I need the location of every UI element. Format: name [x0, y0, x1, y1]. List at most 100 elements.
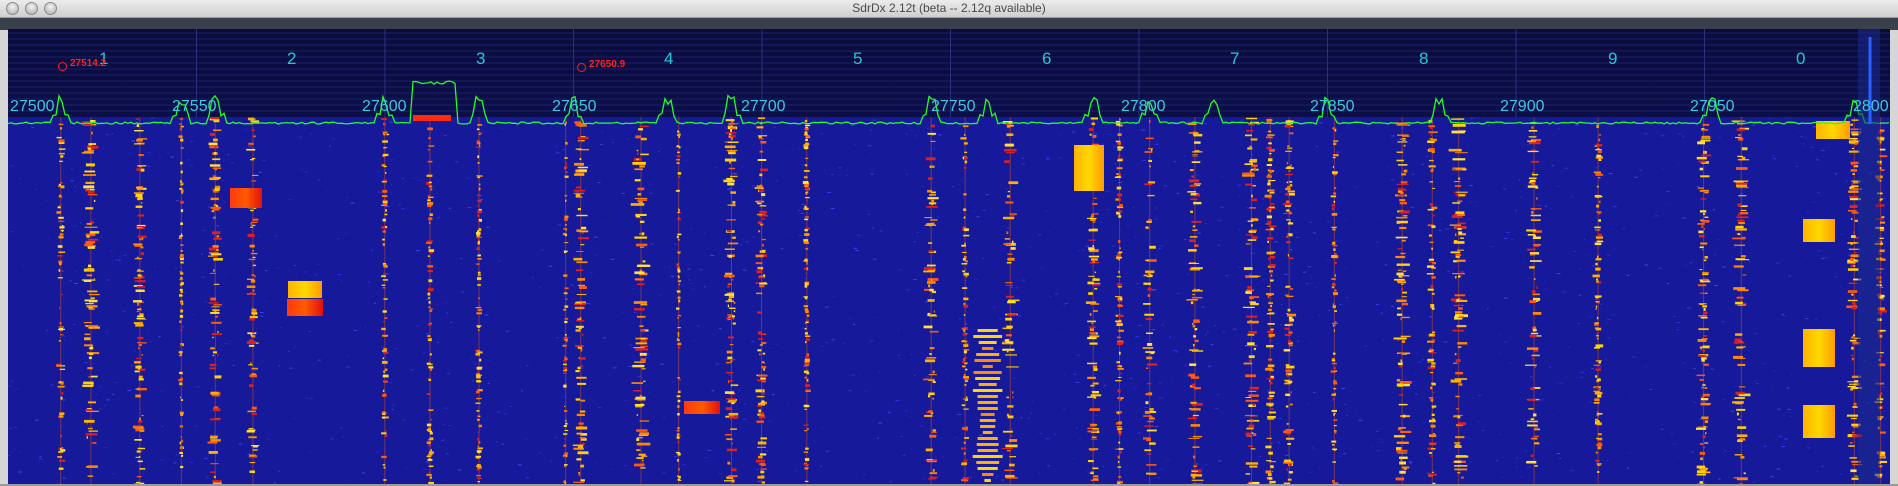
signal-trace: [1246, 315, 1258, 318]
noise-speck: [1816, 159, 1819, 161]
noise-speck: [1355, 186, 1359, 188]
frequency-marker-icon[interactable]: [58, 62, 67, 71]
signal-trace: [1286, 209, 1290, 212]
signal-trace: [213, 237, 222, 240]
signal-trace: [730, 175, 738, 178]
signal-trace: [1736, 184, 1748, 187]
signal-trace: [1847, 290, 1858, 293]
signal-trace: [428, 217, 433, 221]
noise-speck: [1331, 400, 1334, 402]
noise-speck: [1306, 404, 1309, 406]
signal-trace: [575, 426, 588, 430]
signal-trace: [476, 376, 481, 379]
signal-trace: [179, 256, 184, 259]
noise-speck: [1570, 196, 1575, 198]
signal-trace: [1250, 301, 1256, 303]
signal-trace: [579, 437, 586, 439]
signal-trace: [929, 314, 932, 316]
signal-trace: [563, 372, 567, 374]
signal-trace: [476, 232, 481, 235]
noise-speck: [559, 383, 563, 385]
signal-trace: [728, 475, 738, 478]
signal-trace: [805, 389, 811, 391]
noise-speck: [1804, 255, 1808, 257]
signal-trace: [86, 274, 93, 277]
signal-trace: [1396, 313, 1403, 316]
signal-trace: [477, 124, 483, 126]
signal-trace: [476, 410, 480, 412]
noise-speck: [468, 207, 472, 209]
noise-speck: [1559, 458, 1561, 459]
noise-speck: [1626, 242, 1631, 244]
noise-speck: [318, 359, 321, 361]
signal-trace: [1846, 414, 1859, 417]
signal-trace: [1595, 451, 1598, 454]
signal-trace: [1851, 218, 1853, 220]
noise-speck: [977, 150, 981, 152]
signal-trace: [803, 464, 810, 466]
signal-trace: [137, 165, 147, 167]
signal-trace: [477, 238, 480, 241]
signal-trace: [1704, 420, 1709, 424]
frequency-marker-label: 27514.2: [70, 58, 107, 69]
frequency-tick-label: 27850: [1310, 98, 1355, 115]
signal-trace: [641, 368, 646, 370]
signal-trace: [1598, 134, 1601, 136]
frequency-tick-label: 2800: [1853, 98, 1889, 115]
noise-speck: [1522, 155, 1527, 157]
signal-trace: [1429, 348, 1432, 351]
signal-trace: [209, 418, 220, 421]
signal-trace: [1286, 295, 1294, 298]
signal-trace: [1431, 168, 1434, 171]
signal-trace: [213, 283, 220, 285]
signal-trace: [1699, 189, 1709, 192]
signal-trace: [1331, 409, 1337, 412]
signal-trace: [573, 481, 585, 483]
signal-trace: [732, 385, 735, 386]
signal-trace: [636, 414, 638, 416]
noise-speck: [1085, 470, 1089, 472]
noise-speck: [845, 174, 849, 176]
noise-speck: [295, 273, 297, 275]
signal-trace: [136, 481, 141, 484]
signal-trace: [729, 123, 739, 125]
signal-trace: [964, 437, 969, 439]
frequency-marker-icon[interactable]: [577, 63, 586, 72]
signal-trace: [1879, 258, 1886, 261]
signal-trace: [565, 171, 568, 173]
signal-trace: [1458, 177, 1461, 180]
signal-trace: [1189, 185, 1197, 187]
signal-trace: [60, 270, 64, 272]
signal-trace: [976, 353, 1000, 356]
noise-speck: [1057, 335, 1059, 337]
signal-trace: [475, 146, 482, 148]
signal-trace: [1598, 200, 1601, 204]
noise-speck: [817, 183, 822, 185]
noise-speck: [1261, 279, 1265, 281]
noise-speck: [1330, 386, 1333, 388]
signal-trace: [84, 419, 95, 423]
signal-trace: [726, 438, 733, 441]
spectrum-waterfall-panel[interactable]: 1 2 3 4 5 6 7 8 9 0 27500 27550 27600 27…: [8, 29, 1890, 484]
noise-speck: [1497, 352, 1501, 354]
signal-trace: [580, 479, 585, 482]
signal-trace: [1118, 421, 1122, 424]
signal-trace: [678, 378, 681, 381]
signal-trace: [249, 470, 255, 473]
signal-trace: [805, 227, 810, 229]
signal-trace: [479, 380, 482, 383]
signal-trace: [1247, 239, 1257, 241]
noise-speck: [1767, 118, 1772, 120]
signal-trace: [726, 448, 737, 452]
noise-speck: [293, 417, 296, 419]
noise-speck: [106, 399, 110, 401]
noise-speck: [1638, 169, 1643, 171]
signal-trace: [1266, 293, 1274, 296]
signal-trace: [208, 302, 219, 304]
noise-speck: [821, 133, 823, 135]
noise-speck: [228, 343, 231, 345]
signal-trace: [1451, 169, 1463, 171]
noise-speck: [959, 424, 963, 426]
signal-trace: [1454, 468, 1468, 471]
signal-trace: [251, 367, 258, 370]
